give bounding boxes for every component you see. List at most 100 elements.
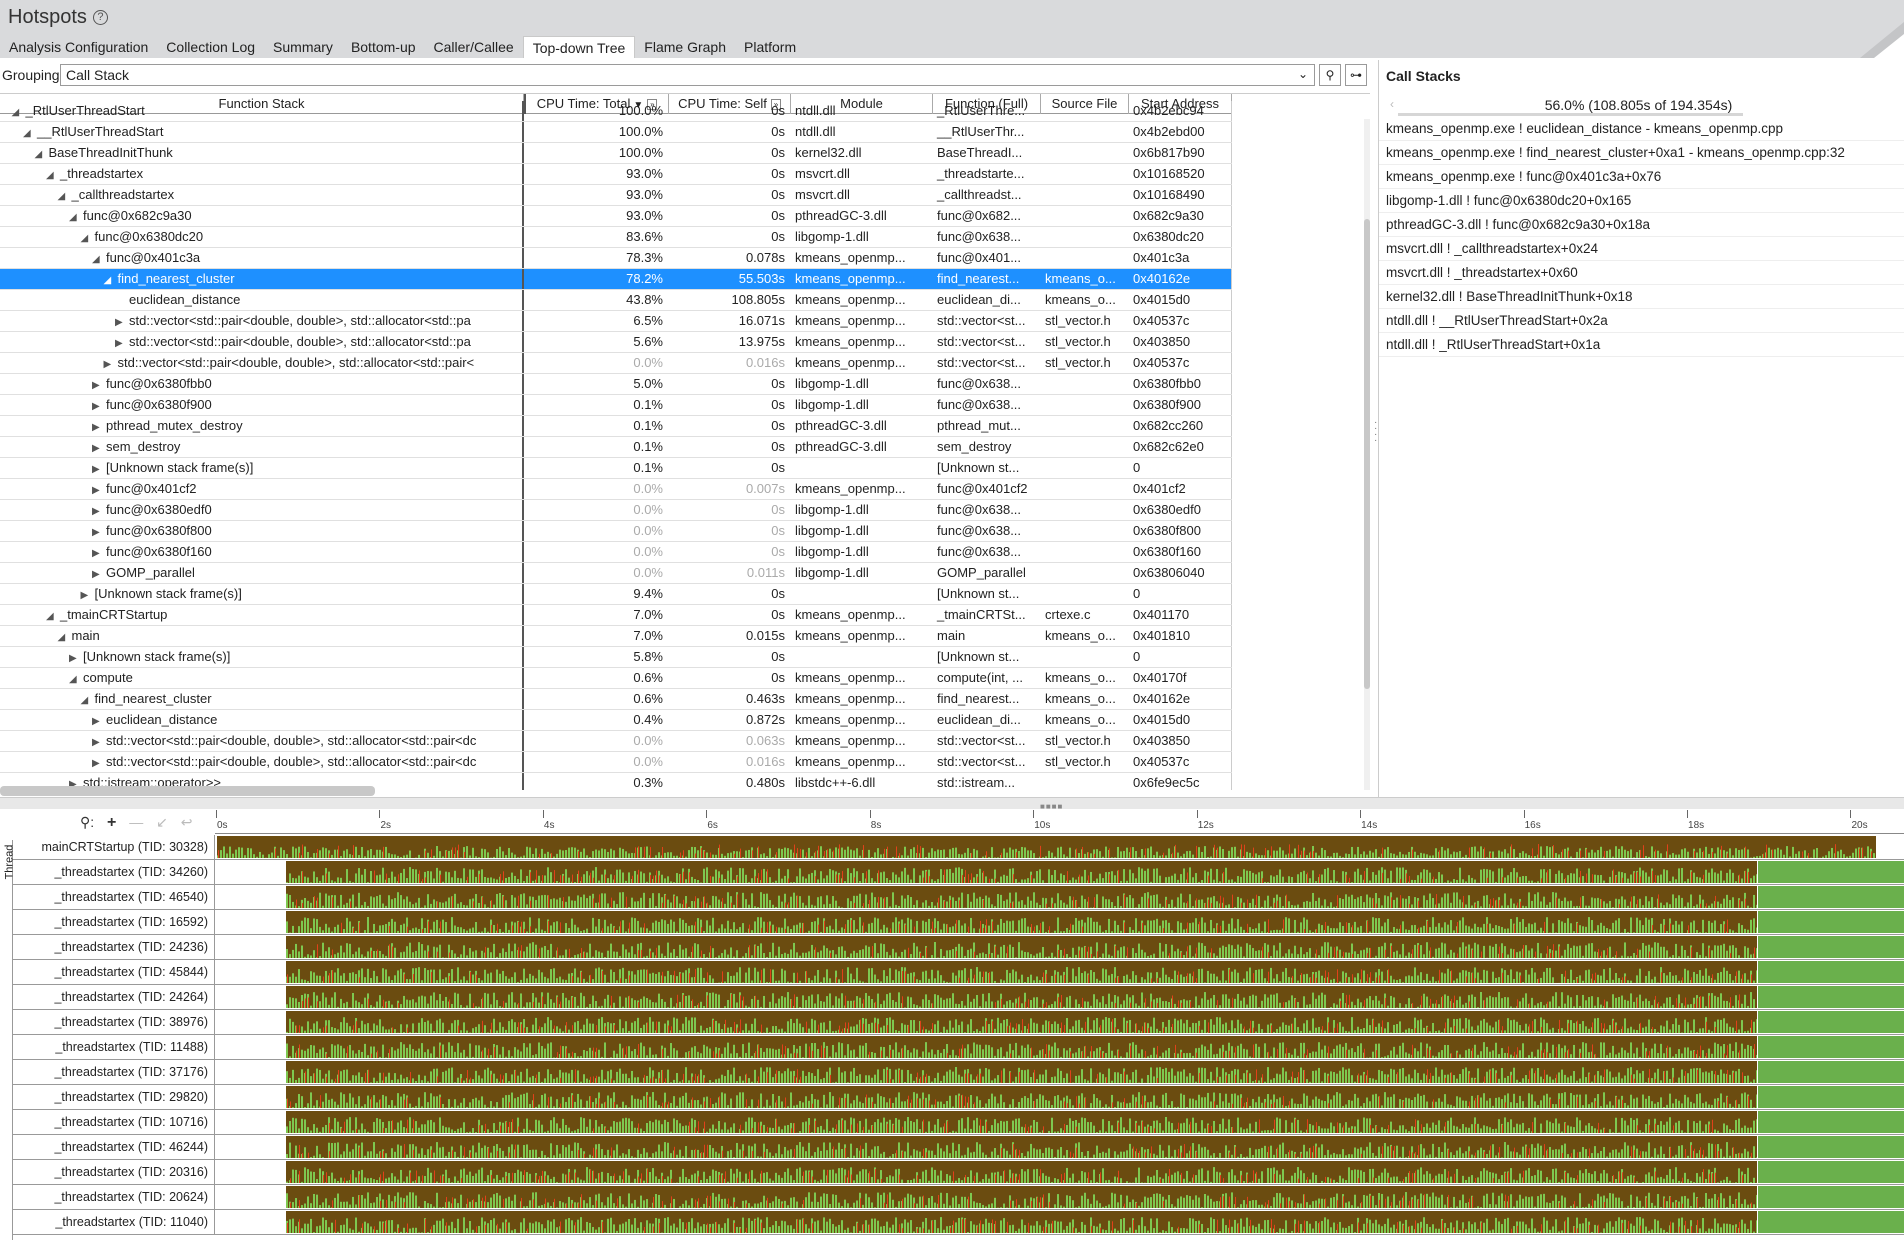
table-row[interactable]: ▶ func@0x6380edf0 0.0% 0s libgomp-1.dll func@… xyxy=(0,500,1232,521)
table-row[interactable]: ◢ compute 0.6% 0s kmeans_openmp... compute(in… xyxy=(0,668,1232,689)
tab-summary[interactable]: Summary xyxy=(264,36,342,58)
thread-row[interactable]: _threadstartex (TID: 16592) xyxy=(13,910,1904,935)
expand-triangle-icon[interactable]: ▶ xyxy=(115,313,129,331)
expand-triangle-icon[interactable]: ▶ xyxy=(92,565,106,583)
table-row[interactable]: ▶ func@0x6380fbb0 5.0% 0s libgomp-1.dll func@… xyxy=(0,374,1232,395)
thread-row[interactable]: _threadstartex (TID: 11488) xyxy=(13,1035,1904,1060)
expand-triangle-icon[interactable]: ▶ xyxy=(92,523,106,541)
table-row[interactable]: ▶ GOMP_parallel 0.0% 0.011s libgomp-1.dll GOM… xyxy=(0,563,1232,584)
customize-grouping-button[interactable]: ⊶ xyxy=(1345,64,1367,86)
thread-row[interactable]: _threadstartex (TID: 11040) xyxy=(13,1210,1904,1235)
thread-row[interactable]: _threadstartex (TID: 34260) xyxy=(13,860,1904,885)
expand-triangle-icon[interactable]: ▶ xyxy=(92,460,106,478)
table-row[interactable]: ▶ [Unknown stack frame(s)] 0.1% 0s [Unknown … xyxy=(0,458,1232,479)
help-icon[interactable]: ? xyxy=(92,10,108,25)
horizontal-splitter[interactable]: ■■■■ xyxy=(0,797,1904,811)
zoom-search-icon[interactable]: ⚲: xyxy=(80,814,94,830)
zoom-to-selection-icon[interactable]: ↙ xyxy=(156,814,168,830)
thread-track[interactable] xyxy=(215,861,1904,883)
thread-row[interactable]: _threadstartex (TID: 10716) xyxy=(13,1110,1904,1135)
expand-triangle-icon[interactable]: ▶ xyxy=(92,733,106,751)
tab-bottom-up[interactable]: Bottom-up xyxy=(342,36,425,58)
table-row[interactable]: ◢ _threadstartex 93.0% 0s msvcrt.dll _threads… xyxy=(0,164,1232,185)
table-row[interactable]: ▶ std::vector<std::pair<double, double>, … xyxy=(0,731,1232,752)
expand-triangle-icon[interactable]: ▶ xyxy=(92,418,106,436)
table-row[interactable]: ▶ [Unknown stack frame(s)] 9.4% 0s [Unknown … xyxy=(0,584,1232,605)
search-button[interactable]: ⚲ xyxy=(1319,64,1341,86)
table-row[interactable]: ◢ _tmainCRTStartup 7.0% 0s kmeans_openmp... _… xyxy=(0,605,1232,626)
zoom-reset-icon[interactable]: ↩ xyxy=(181,814,193,830)
call-stack-frame[interactable]: pthreadGC-3.dll ! func@0x682c9a30+0x18a xyxy=(1379,213,1904,237)
thread-track[interactable] xyxy=(215,1111,1904,1133)
call-stack-frame[interactable]: libgomp-1.dll ! func@0x6380dc20+0x165 xyxy=(1379,189,1904,213)
thread-row[interactable]: mainCRTStartup (TID: 30328) xyxy=(13,835,1904,860)
table-row[interactable]: ◢ func@0x682c9a30 93.0% 0s pthreadGC-3.dll fu… xyxy=(0,206,1232,227)
pane-splitter-handle[interactable]: · · · · xyxy=(1374,418,1377,446)
tab-flame-graph[interactable]: Flame Graph xyxy=(635,36,735,58)
horizontal-scrollbar[interactable] xyxy=(0,786,375,796)
zoom-in-icon[interactable]: + xyxy=(107,814,116,831)
call-stack-frame[interactable]: msvcrt.dll ! _threadstartex+0x60 xyxy=(1379,261,1904,285)
thread-track[interactable] xyxy=(215,1036,1904,1058)
expand-triangle-icon[interactable]: ▶ xyxy=(81,586,95,604)
table-row[interactable]: ◢ func@0x401c3a 78.3% 0.078s kmeans_openmp..… xyxy=(0,248,1232,269)
table-row[interactable]: ◢ find_nearest_cluster 78.2% 55.503s kmeans_… xyxy=(0,269,1232,290)
thread-track[interactable] xyxy=(215,1086,1904,1108)
table-row[interactable]: ◢ _callthreadstartex 93.0% 0s msvcrt.dll _cal… xyxy=(0,185,1232,206)
thread-track[interactable] xyxy=(215,1061,1904,1083)
call-stacks-scrollbar[interactable] xyxy=(1398,113,1743,116)
expand-triangle-icon[interactable]: ▶ xyxy=(104,355,118,373)
table-row[interactable]: ▶ std::vector<std::pair<double, double>, … xyxy=(0,752,1232,773)
call-stack-frame[interactable]: kmeans_openmp.exe ! euclidean_distance -… xyxy=(1379,117,1904,141)
call-stack-frame[interactable]: ntdll.dll ! _RtlUserThreadStart+0x1a xyxy=(1379,333,1904,357)
call-stack-frame[interactable]: kernel32.dll ! BaseThreadInitThunk+0x18 xyxy=(1379,285,1904,309)
collapse-triangle-icon[interactable]: ◢ xyxy=(35,145,49,163)
thread-row[interactable]: _threadstartex (TID: 20624) xyxy=(13,1185,1904,1210)
time-ruler[interactable]: 0s 2s 4s 6s 8s 10s 12s 14s 16s 18s 20s xyxy=(215,810,1904,834)
thread-track[interactable] xyxy=(215,911,1904,933)
table-row[interactable]: ◢ __RtlUserThreadStart 100.0% 0s ntdll.dll __… xyxy=(0,122,1232,143)
thread-track[interactable] xyxy=(215,886,1904,908)
expand-triangle-icon[interactable]: ▶ xyxy=(92,397,106,415)
call-stack-frame[interactable]: kmeans_openmp.exe ! func@0x401c3a+0x76 xyxy=(1379,165,1904,189)
table-row[interactable]: ◢ find_nearest_cluster 0.6% 0.463s kmeans_op… xyxy=(0,689,1232,710)
collapse-triangle-icon[interactable]: ◢ xyxy=(81,691,95,709)
expand-triangle-icon[interactable]: ▶ xyxy=(92,439,106,457)
expand-triangle-icon[interactable]: ▶ xyxy=(92,754,106,772)
table-row[interactable]: ▶ [Unknown stack frame(s)] 5.8% 0s [Unknown … xyxy=(0,647,1232,668)
thread-track[interactable] xyxy=(215,986,1904,1008)
collapse-triangle-icon[interactable]: ◢ xyxy=(58,187,72,205)
thread-track[interactable] xyxy=(215,961,1904,983)
thread-track[interactable] xyxy=(215,1161,1904,1183)
table-row[interactable]: ▶ sem_destroy 0.1% 0s pthreadGC-3.dll sem_des… xyxy=(0,437,1232,458)
grouping-select[interactable]: Call Stack ⌄ xyxy=(60,64,1315,86)
collapse-triangle-icon[interactable]: ◢ xyxy=(69,670,83,688)
thread-row[interactable]: _threadstartex (TID: 24236) xyxy=(13,935,1904,960)
table-row[interactable]: ▶ pthread_mutex_destroy 0.1% 0s pthreadGC-3.… xyxy=(0,416,1232,437)
collapse-triangle-icon[interactable]: ◢ xyxy=(81,229,95,247)
table-row[interactable]: ▶ func@0x6380f800 0.0% 0s libgomp-1.dll func@… xyxy=(0,521,1232,542)
tab-caller-callee[interactable]: Caller/Callee xyxy=(425,36,523,58)
thread-track[interactable] xyxy=(215,836,1904,858)
table-row[interactable]: ◢ main 7.0% 0.015s kmeans_openmp... main kmean… xyxy=(0,626,1232,647)
thread-track[interactable] xyxy=(215,1186,1904,1208)
table-row[interactable]: ◢ BaseThreadInitThunk 100.0% 0s kernel32.dll… xyxy=(0,143,1232,164)
thread-row[interactable]: _threadstartex (TID: 38976) xyxy=(13,1010,1904,1035)
expand-triangle-icon[interactable]: ▶ xyxy=(69,649,83,667)
thread-track[interactable] xyxy=(215,1011,1904,1033)
expand-triangle-icon[interactable]: ▶ xyxy=(115,334,129,352)
tab-collection-log[interactable]: Collection Log xyxy=(157,36,264,58)
scrollbar-thumb[interactable] xyxy=(1364,219,1370,689)
call-stack-frame[interactable]: kmeans_openmp.exe ! find_nearest_cluster… xyxy=(1379,141,1904,165)
table-row[interactable]: ▶ std::vector<std::pair<double, double>, … xyxy=(0,332,1232,353)
thread-row[interactable]: _threadstartex (TID: 46540) xyxy=(13,885,1904,910)
thread-row[interactable]: _threadstartex (TID: 46244) xyxy=(13,1135,1904,1160)
collapse-triangle-icon[interactable]: ◢ xyxy=(46,607,60,625)
table-row[interactable]: ◢ _RtlUserThreadStart 100.0% 0s ntdll.dll _Rt… xyxy=(0,101,1232,122)
tab-analysis-configuration[interactable]: Analysis Configuration xyxy=(0,36,157,58)
zoom-out-icon[interactable]: — xyxy=(129,814,143,830)
expand-triangle-icon[interactable]: ▶ xyxy=(92,502,106,520)
call-stack-frame[interactable]: ntdll.dll ! __RtlUserThreadStart+0x2a xyxy=(1379,309,1904,333)
tab-top-down-tree[interactable]: Top-down Tree xyxy=(522,36,636,58)
table-row[interactable]: euclidean_distance 43.8% 108.805s kmeans_op… xyxy=(0,290,1232,311)
